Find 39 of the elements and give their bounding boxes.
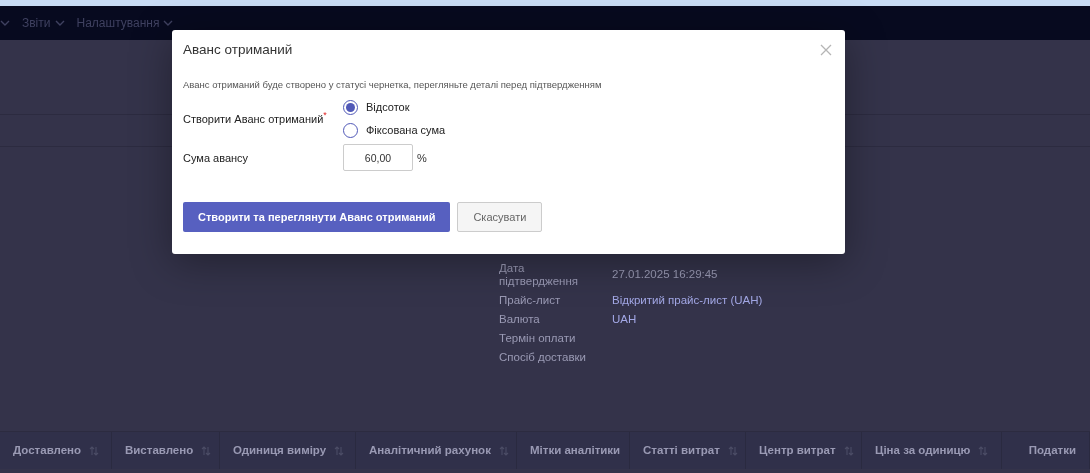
sort-icon[interactable]: [89, 444, 100, 457]
unit-label: %: [417, 150, 427, 166]
column-header[interactable]: Мітки аналітики: [530, 441, 621, 460]
chevron-down-icon: [54, 20, 65, 26]
field-link[interactable]: Відкритий прайс-лист (UAH): [612, 294, 763, 307]
sort-icon[interactable]: [727, 444, 738, 457]
create-button[interactable]: Створити та переглянути Аванс отриманий: [183, 202, 451, 233]
sort-icon[interactable]: [498, 444, 509, 457]
column-header[interactable]: Ціна за одиницю: [875, 441, 971, 460]
column-header[interactable]: Податки: [1028, 441, 1076, 460]
column-header[interactable]: Статті витрат: [643, 441, 720, 460]
sort-icon[interactable]: [843, 444, 854, 457]
required-mark: *: [323, 109, 327, 121]
sort-icon[interactable]: [334, 444, 345, 457]
sort-icon[interactable]: [201, 444, 212, 457]
field-label: Дата підтвердження: [499, 262, 579, 288]
column-header[interactable]: Виставлено: [125, 441, 194, 460]
field-label: Прайс-лист: [499, 294, 562, 307]
dialog-title: Аванс отриманий: [183, 40, 293, 59]
radio-label: Фіксована сума: [366, 122, 446, 138]
field-value: 27.01.2025 16:29:45: [612, 268, 718, 281]
field-link[interactable]: UAH: [612, 313, 637, 326]
column-header[interactable]: Аналітичний рахунок: [369, 441, 491, 460]
dialog-description: Аванс отриманий буде створено у статусі чернетка, перегляньте деталі перед підтвердженням: [183, 78, 603, 92]
field-label: Спосіб доставки: [499, 351, 587, 364]
column-header[interactable]: Одиниця виміру: [233, 441, 327, 460]
chevron-down-icon: [163, 20, 174, 26]
chevron-down-icon: [0, 20, 10, 26]
field-label: Створити Аванс отриманий: [183, 111, 324, 127]
field-label: Термін оплати: [499, 332, 577, 345]
field-label: Сума авансу: [183, 150, 250, 166]
radio-label: Відсоток: [366, 100, 410, 116]
column-header[interactable]: Центр витрат: [759, 441, 836, 460]
field-label: Валюта: [499, 313, 541, 326]
sort-icon[interactable]: [978, 444, 989, 457]
amount-input[interactable]: 60,00: [343, 144, 413, 172]
close-icon[interactable]: [820, 44, 832, 56]
column-header[interactable]: Доставлено: [13, 441, 82, 460]
cancel-button[interactable]: Скасувати: [457, 202, 543, 233]
